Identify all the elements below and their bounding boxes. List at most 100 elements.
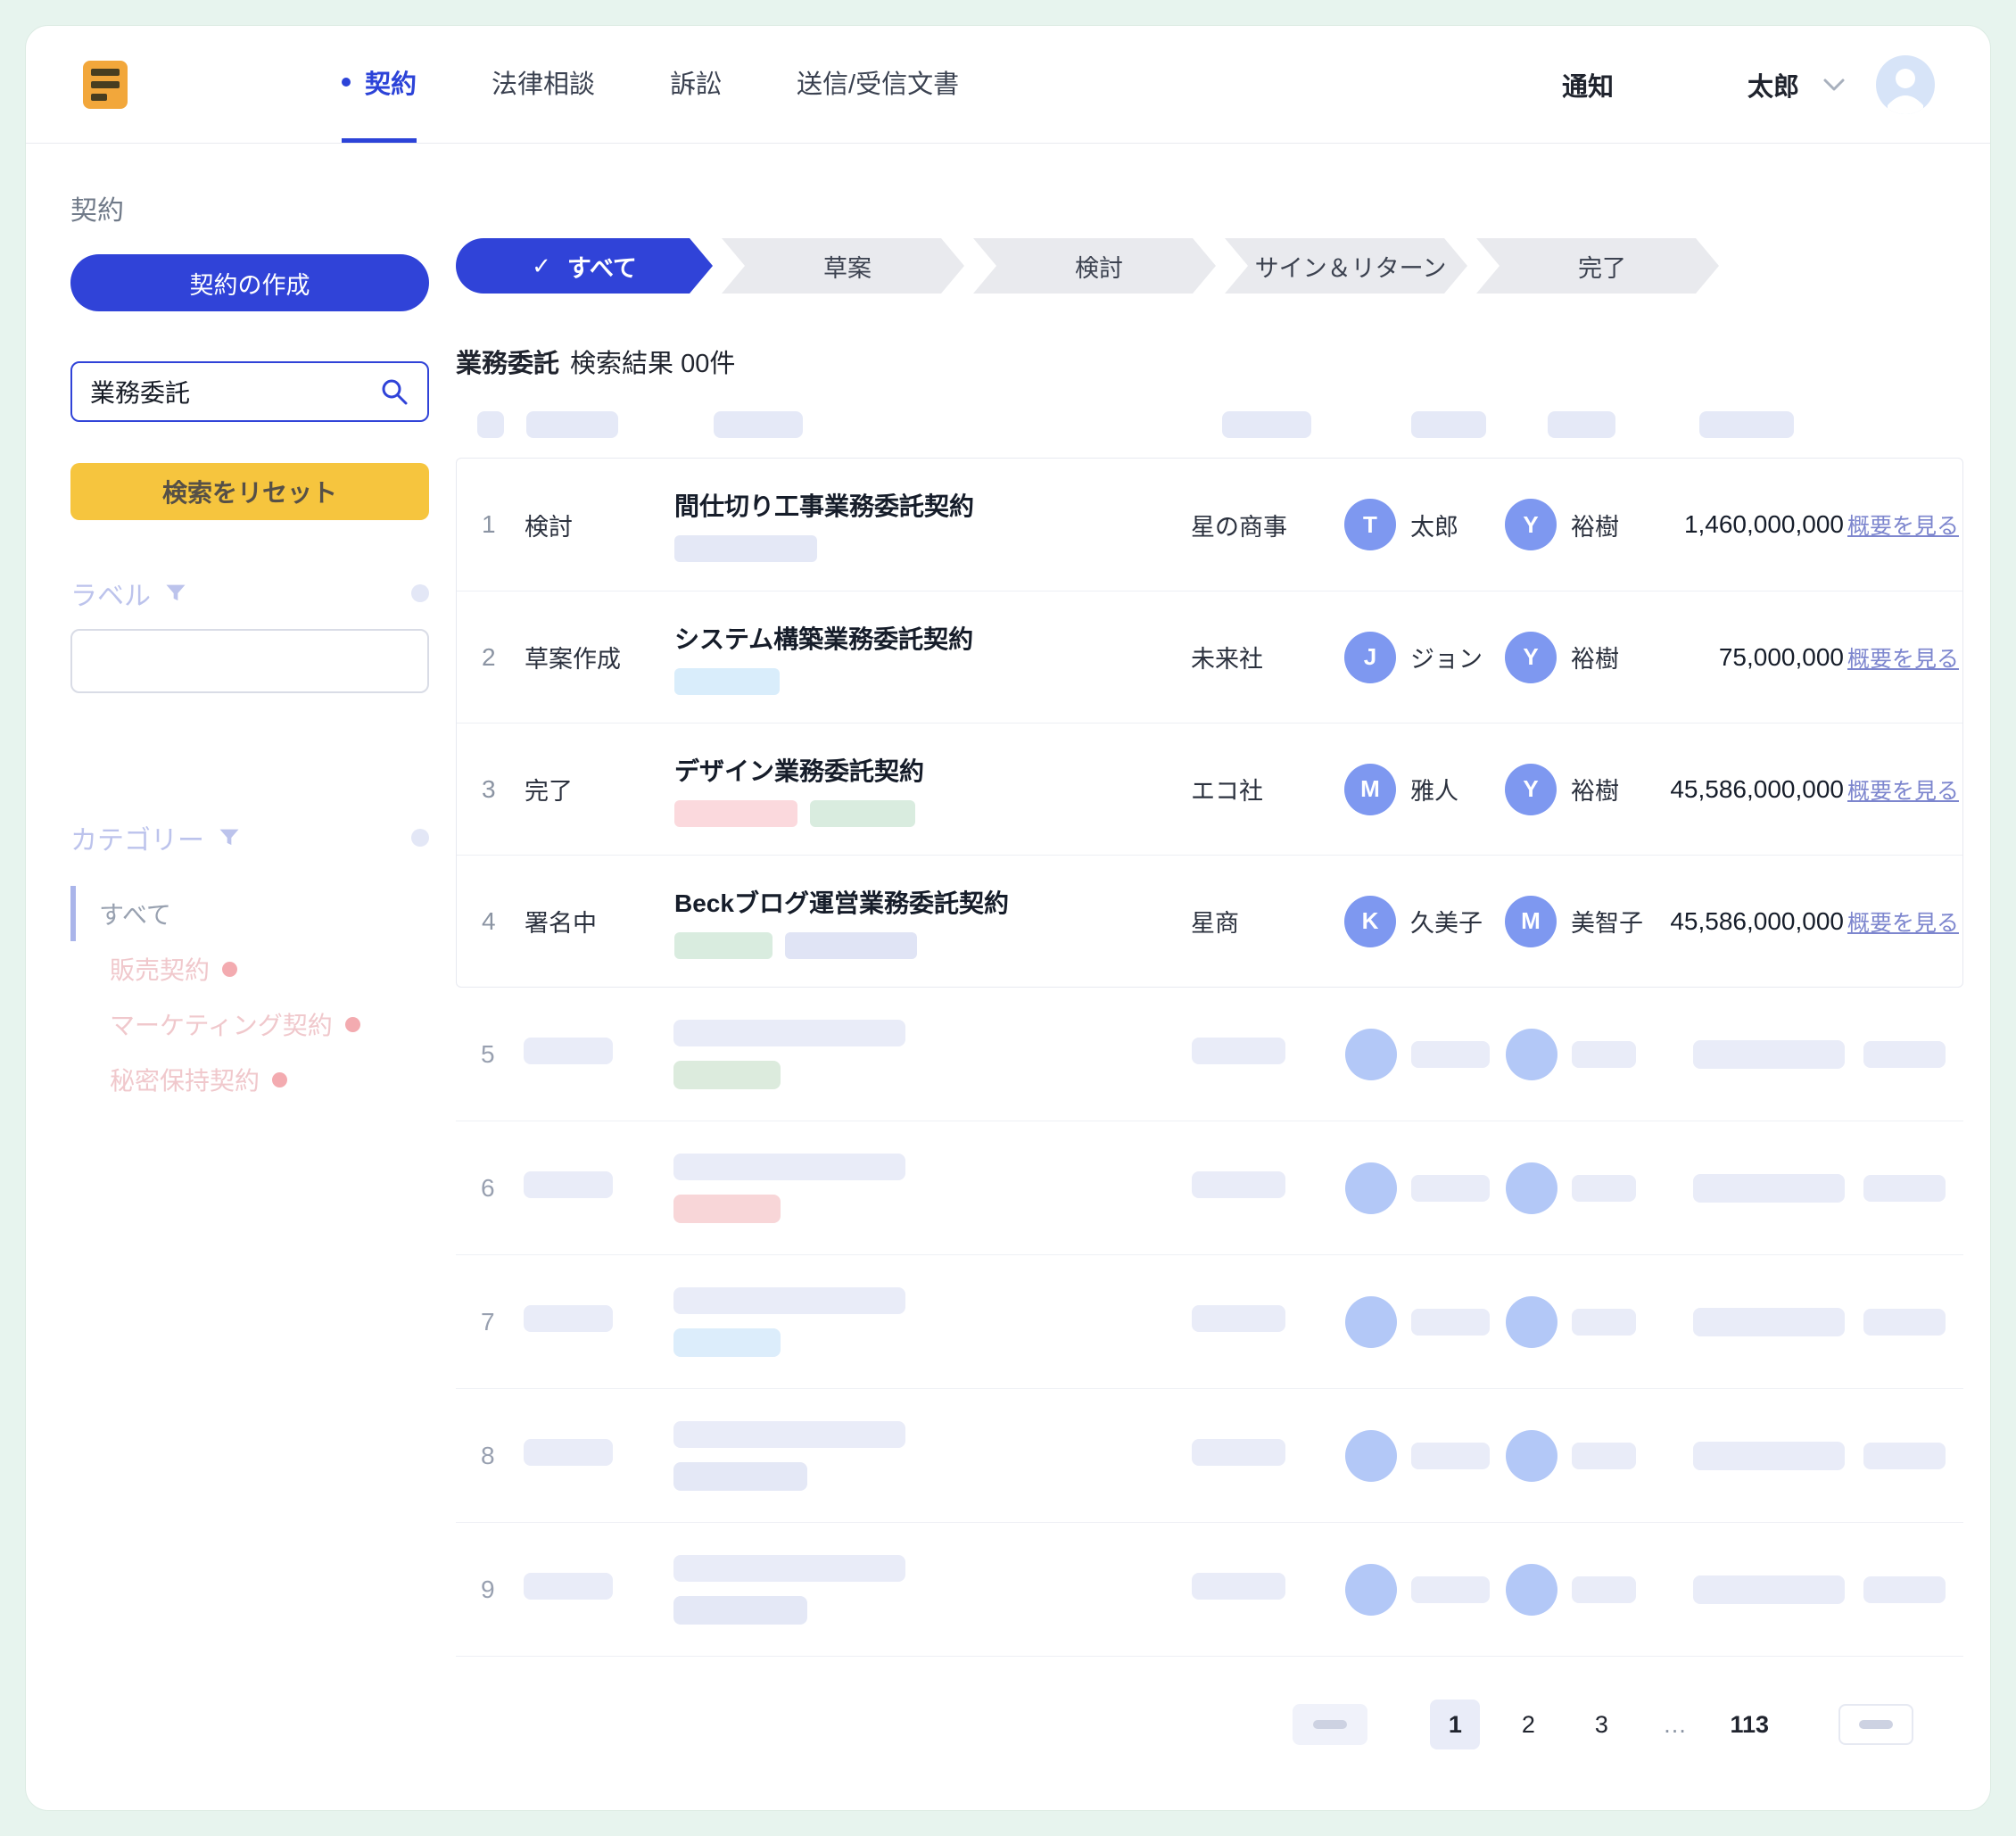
tag-placeholder [673,1061,781,1089]
category-dot-icon [272,1072,287,1088]
avatar-placeholder [1506,1430,1557,1482]
amount-placeholder [1693,1308,1845,1336]
skeleton-row: 9 [456,1523,1963,1657]
company-placeholder [1192,1439,1285,1466]
page-ellipsis: … [1649,1700,1699,1749]
create-contract-button[interactable]: 契約の作成 [70,254,429,311]
link-placeholder [1863,1576,1946,1603]
title-placeholder [673,1555,905,1582]
row-tags [674,800,1177,827]
amount-placeholder [1693,1040,1845,1069]
step-all[interactable]: ✓ すべて [456,238,713,294]
step-review[interactable]: 検討 [973,238,1216,294]
person-avatar: Y [1505,632,1557,683]
nav-tab-litigation[interactable]: 訴訟 [670,26,722,143]
link-placeholder [1863,1175,1946,1202]
avatar-placeholder [1345,1430,1397,1482]
tag-placeholder [674,932,773,959]
label-filter-input[interactable] [70,629,429,693]
category-list: すべて 販売契約 マーケティング契約 秘密保持契約 [70,886,429,1107]
label-filter-header: ラベル [70,574,429,613]
category-label: すべて [99,896,171,931]
category-item-all[interactable]: すべて [70,886,429,941]
active-tab-dot-icon [342,78,351,87]
page-button-113[interactable]: 113 [1723,1700,1776,1749]
view-summary-link[interactable]: 概要を見る [1847,906,1959,938]
filter-funnel-icon[interactable] [217,825,242,850]
company-placeholder [1192,1305,1285,1332]
contract-row[interactable]: 1 検討 間仕切り工事業務委託契約 星の商事 T 太郎 Y 裕樹 [457,459,1962,591]
main-nav: 契約 法律相談 訴訟 送信/受信文書 [342,26,959,143]
row-status: 草案作成 [525,640,674,674]
step-sign-return[interactable]: サイン＆リターン [1225,238,1467,294]
category-item-marketing-contract[interactable]: マーケティング契約 [70,997,429,1052]
chevron-down-icon [1822,78,1846,92]
tag-placeholder [674,800,797,827]
amount-placeholder [1693,1174,1845,1203]
step-label: 検討 [1075,249,1123,284]
nav-tab-legal-consultation[interactable]: 法律相談 [492,26,595,143]
tag-placeholder [673,1596,807,1625]
step-label: 草案 [823,249,872,284]
app-logo[interactable] [83,61,128,109]
row-company: エコ社 [1191,772,1344,806]
filter-funnel-icon[interactable] [163,581,188,606]
category-filter-title: カテゴリー [70,818,204,857]
nav-tab-label: 訴訟 [670,63,722,101]
page-button-1[interactable]: 1 [1430,1700,1480,1749]
title-placeholder [673,1287,905,1314]
step-complete[interactable]: 完了 [1476,238,1719,294]
row-tags [674,932,1177,959]
page-button-3[interactable]: 3 [1576,1700,1626,1749]
view-summary-link[interactable]: 概要を見る [1847,773,1959,806]
label-filter-title: ラベル [70,574,151,613]
status-placeholder [524,1038,613,1064]
contract-title: デザイン業務委託契約 [674,752,1177,788]
row-person-2: Y 裕樹 [1505,764,1665,815]
person-icon [1876,55,1935,114]
nav-tab-sent-received-documents[interactable]: 送信/受信文書 [797,26,959,143]
contract-title: Beckブログ運営業務委託契約 [674,884,1177,920]
view-summary-link[interactable]: 概要を見る [1847,509,1959,541]
reset-search-button[interactable]: 検索をリセット [70,463,429,520]
nav-tab-label: 法律相談 [492,63,595,101]
contract-row[interactable]: 4 署名中 Beckブログ運営業務委託契約 星商 K 久美子 [457,855,1962,987]
nav-tab-contracts[interactable]: 契約 [342,26,417,143]
row-status: 検討 [525,508,674,542]
user-menu[interactable]: 太郎 [1747,66,1846,103]
company-placeholder [1192,1038,1285,1064]
logo-bar [91,81,120,88]
step-draft[interactable]: 草案 [722,238,964,294]
user-avatar[interactable] [1876,55,1935,114]
contract-row[interactable]: 3 完了 デザイン業務委託契約 エコ社 M 雅人 [457,723,1962,855]
skeleton-row: 6 [456,1121,1963,1255]
category-item-nda[interactable]: 秘密保持契約 [70,1052,429,1107]
view-summary-link[interactable]: 概要を見る [1847,641,1959,674]
person-name: 太郎 [1410,508,1458,542]
avatar-placeholder [1506,1162,1557,1214]
avatar-placeholder [1506,1029,1557,1080]
person-name: ジョン [1410,640,1483,674]
name-placeholder [1572,1443,1636,1469]
name-placeholder [1411,1175,1490,1202]
person-avatar: K [1344,896,1396,947]
contract-row[interactable]: 2 草案作成 システム構築業務委託契約 未来社 J ジョン Y 裕樹 [457,591,1962,723]
logo-bar [91,69,120,76]
skeleton-rows: 5 6 [456,988,1963,1657]
pagination-next-button[interactable] [1838,1704,1913,1745]
logo-bar [91,94,107,101]
category-dot-icon [345,1017,360,1032]
search-icon[interactable] [379,376,409,407]
row-number: 8 [481,1442,524,1470]
title-placeholder [673,1421,905,1448]
row-person-2: Y 裕樹 [1505,632,1665,683]
page-button-2[interactable]: 2 [1503,1700,1553,1749]
notifications-button[interactable]: 通知 [1562,66,1614,103]
status-placeholder [524,1439,613,1466]
pagination-prev-button[interactable] [1293,1704,1367,1745]
search-input[interactable] [90,377,379,406]
category-item-sales-contract[interactable]: 販売契約 [70,941,429,997]
prev-dash-icon [1313,1720,1347,1729]
name-placeholder [1411,1309,1490,1336]
person-avatar: Y [1505,764,1557,815]
